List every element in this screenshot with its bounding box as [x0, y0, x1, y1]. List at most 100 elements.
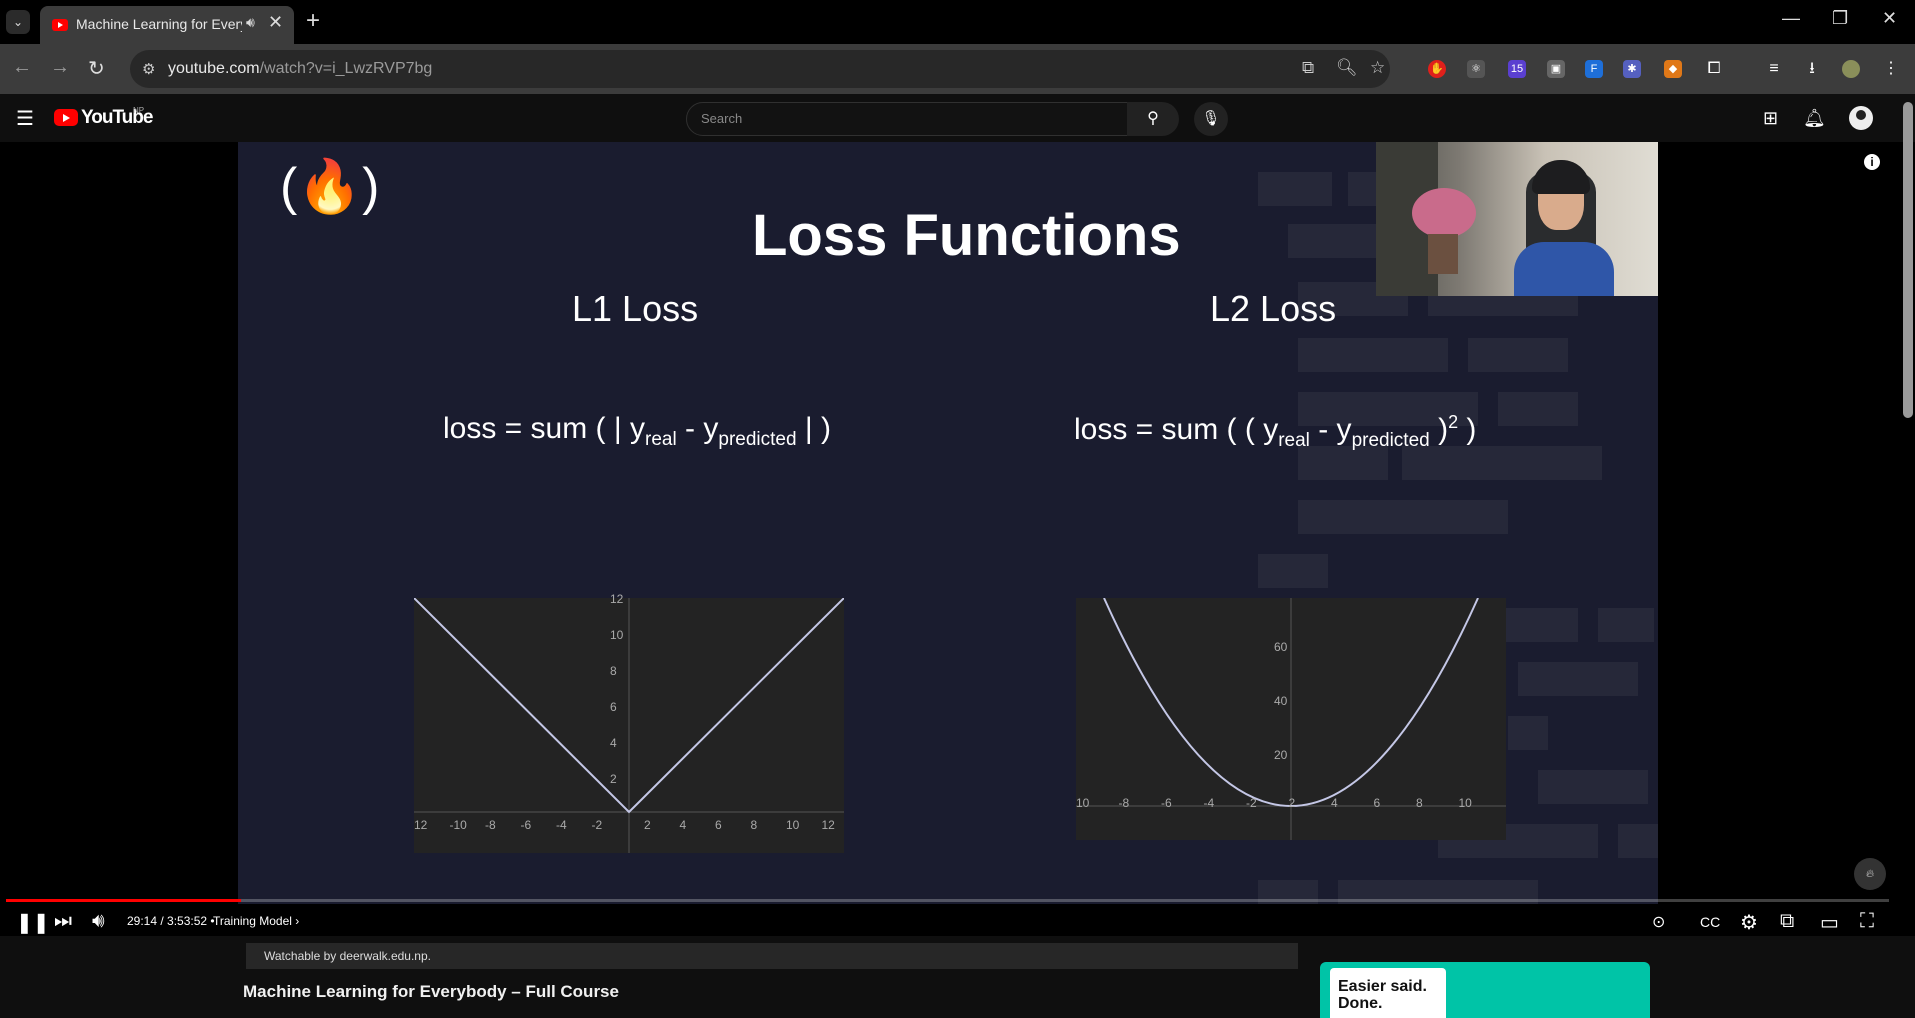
extension-fox-icon[interactable]: ◆	[1664, 60, 1682, 78]
search-icon: ⚲	[1147, 110, 1159, 127]
extension-window-icon[interactable]: ▣	[1547, 60, 1565, 78]
bookmark-star-icon[interactable]: ☆	[1370, 58, 1385, 78]
forward-icon[interactable]: →	[50, 56, 70, 79]
tick-label: 2	[610, 772, 617, 786]
search-button[interactable]: ⚲	[1127, 102, 1179, 136]
tick-label: -8	[1118, 796, 1130, 810]
ad-banner[interactable]: Easier said. Done.	[1320, 962, 1650, 1018]
search-input[interactable]: Search	[686, 102, 1128, 136]
voice-search-button[interactable]: 🎙︎	[1194, 102, 1228, 136]
tab-search-button[interactable]: ⌄	[6, 10, 30, 34]
tick-label: 10	[610, 628, 624, 642]
l2-loss-heading: L2 Loss	[1210, 288, 1337, 329]
captions-icon[interactable]: CC	[1700, 914, 1720, 930]
profile-avatar-icon[interactable]	[1842, 60, 1860, 78]
tick-label: 4	[679, 818, 687, 832]
tick-label: 12	[414, 818, 428, 832]
progress-bar[interactable]	[6, 899, 1889, 902]
slide-title: Loss Functions	[752, 203, 1181, 268]
progress-played	[6, 899, 242, 902]
extension-fi-icon[interactable]: F	[1585, 60, 1603, 78]
tick-label: 6	[610, 700, 617, 714]
theater-mode-icon[interactable]: ▭	[1820, 910, 1839, 935]
video-title: Machine Learning for Everybody – Full Co…	[243, 982, 619, 1001]
tick-label: 12	[610, 592, 624, 606]
browser-tab[interactable]: Machine Learning for Everybody – Full Co…	[40, 6, 294, 44]
notifications-bell-icon[interactable]: 🔔︎	[1803, 108, 1826, 129]
extension-atom-icon[interactable]: ⚛	[1467, 60, 1485, 78]
autoplay-toggle-icon[interactable]: ⊙	[1652, 912, 1665, 932]
tick-label: -6	[1161, 796, 1172, 810]
media-queue-icon[interactable]: ≡	[1765, 60, 1783, 78]
tick-label: 10	[1458, 796, 1472, 810]
l1-formula: loss = sum ( | yreal - ypredicted | )	[443, 412, 831, 450]
tick-label: 6	[1373, 796, 1381, 810]
channel-watermark[interactable]: 🔥︎	[1854, 858, 1886, 890]
l1-loss-graph: 12 10 8 6 4 2 12 -10 -8 -6 -4 -2 2 4 6 8 10 12	[414, 592, 844, 853]
extensions-puzzle-icon[interactable]: ⧠	[1705, 60, 1723, 78]
l2-formula: loss = sum ( ( yreal - ypredicted )2 )	[1074, 412, 1477, 451]
tick-label: 40	[1274, 694, 1288, 708]
extension-red-icon[interactable]: ✋	[1428, 60, 1446, 78]
tick-label: 10	[786, 818, 800, 832]
tick-label: -4	[1203, 796, 1215, 810]
youtube-masthead: ☰ YouTube NP Search ⚲ 🎙︎ ⊞ 🔔︎	[0, 94, 1915, 142]
speaker-icon[interactable]: 🔊︎	[246, 14, 255, 31]
next-video-icon[interactable]: ⏭︎	[54, 910, 72, 933]
menu-kebab-icon[interactable]: ⋮	[1882, 60, 1900, 78]
tick-label: 8	[610, 664, 617, 678]
l1-loss-heading: L1 Loss	[572, 288, 699, 329]
tick-label: -2	[591, 818, 603, 832]
zoom-icon[interactable]: 🔍︎	[1336, 58, 1358, 78]
tab-close-icon[interactable]: ✕	[268, 12, 283, 33]
video-info-icon[interactable]: i	[1864, 154, 1880, 170]
extension-badge-icon[interactable]: 15	[1508, 60, 1526, 78]
tick-label: 2	[644, 818, 651, 832]
create-video-icon[interactable]: ⊞	[1763, 108, 1778, 129]
tick-label: -10	[449, 818, 467, 832]
url-text[interactable]: youtube.com/watch?v=i_LwzRVP7bg	[168, 60, 432, 78]
tick-label: 12	[821, 818, 835, 832]
site-info-icon[interactable]: ⚙	[142, 60, 155, 78]
time-display: 29:14 / 3:53:52 •	[127, 914, 215, 928]
browser-tab-strip: ⌄ Machine Learning for Everybody – Full …	[0, 0, 1915, 44]
open-in-app-icon[interactable]: ⧉	[1302, 58, 1314, 78]
chapter-button[interactable]: Training Model ›	[213, 914, 299, 928]
extension-gear-icon[interactable]: ✱	[1623, 60, 1641, 78]
ad-card: Easier said. Done.	[1330, 968, 1446, 1018]
page-scrollbar[interactable]	[1903, 102, 1913, 418]
back-icon[interactable]: ←	[12, 56, 32, 79]
fullscreen-icon[interactable]: ⛶	[1860, 910, 1874, 933]
settings-gear-icon[interactable]: ⚙	[1740, 910, 1758, 935]
search-placeholder: Search	[701, 111, 743, 126]
restore-icon[interactable]: ❐	[1832, 8, 1848, 29]
freecodecamp-logo: (🔥)	[280, 158, 380, 216]
youtube-favicon-icon	[52, 19, 68, 31]
hamburger-menu-icon[interactable]: ☰	[16, 106, 34, 131]
tick-label: -2	[1246, 796, 1257, 810]
close-window-icon[interactable]: ✕	[1882, 8, 1897, 29]
download-icon[interactable]: ⭳	[1803, 60, 1821, 78]
new-tab-button[interactable]: +	[306, 7, 320, 35]
browser-toolbar: ← → ↻ ⚙ youtube.com/watch?v=i_LwzRVP7bg …	[0, 44, 1915, 94]
tick-label: 2	[1288, 796, 1296, 810]
youtube-logo-icon[interactable]	[54, 109, 78, 126]
miniplayer-icon[interactable]: ⧉	[1780, 910, 1794, 933]
tick-label: 20	[1274, 748, 1288, 762]
pause-icon[interactable]: ❚❚	[16, 910, 50, 935]
volume-icon[interactable]: 🔊︎	[92, 910, 105, 933]
mic-icon: 🎙︎	[1201, 110, 1221, 127]
country-code: NP	[133, 106, 145, 115]
tick-label: 10	[1076, 796, 1090, 810]
tick-label: 8	[750, 818, 758, 832]
minimize-icon[interactable]: —	[1782, 8, 1800, 29]
account-avatar[interactable]	[1849, 106, 1873, 130]
tick-label: -4	[556, 818, 567, 832]
tick-label: 8	[1416, 796, 1423, 810]
address-bar[interactable]: ⚙ youtube.com/watch?v=i_LwzRVP7bg ⧉ 🔍︎ ☆	[130, 50, 1390, 88]
tick-label: -6	[520, 818, 532, 832]
l2-loss-graph: 60 40 20 10 -8 -6 -4 -2 2 4 6 8 10	[1076, 598, 1506, 840]
tick-label: 4	[610, 736, 617, 750]
tick-label: 6	[715, 818, 722, 832]
reload-icon[interactable]: ↻	[88, 56, 105, 81]
